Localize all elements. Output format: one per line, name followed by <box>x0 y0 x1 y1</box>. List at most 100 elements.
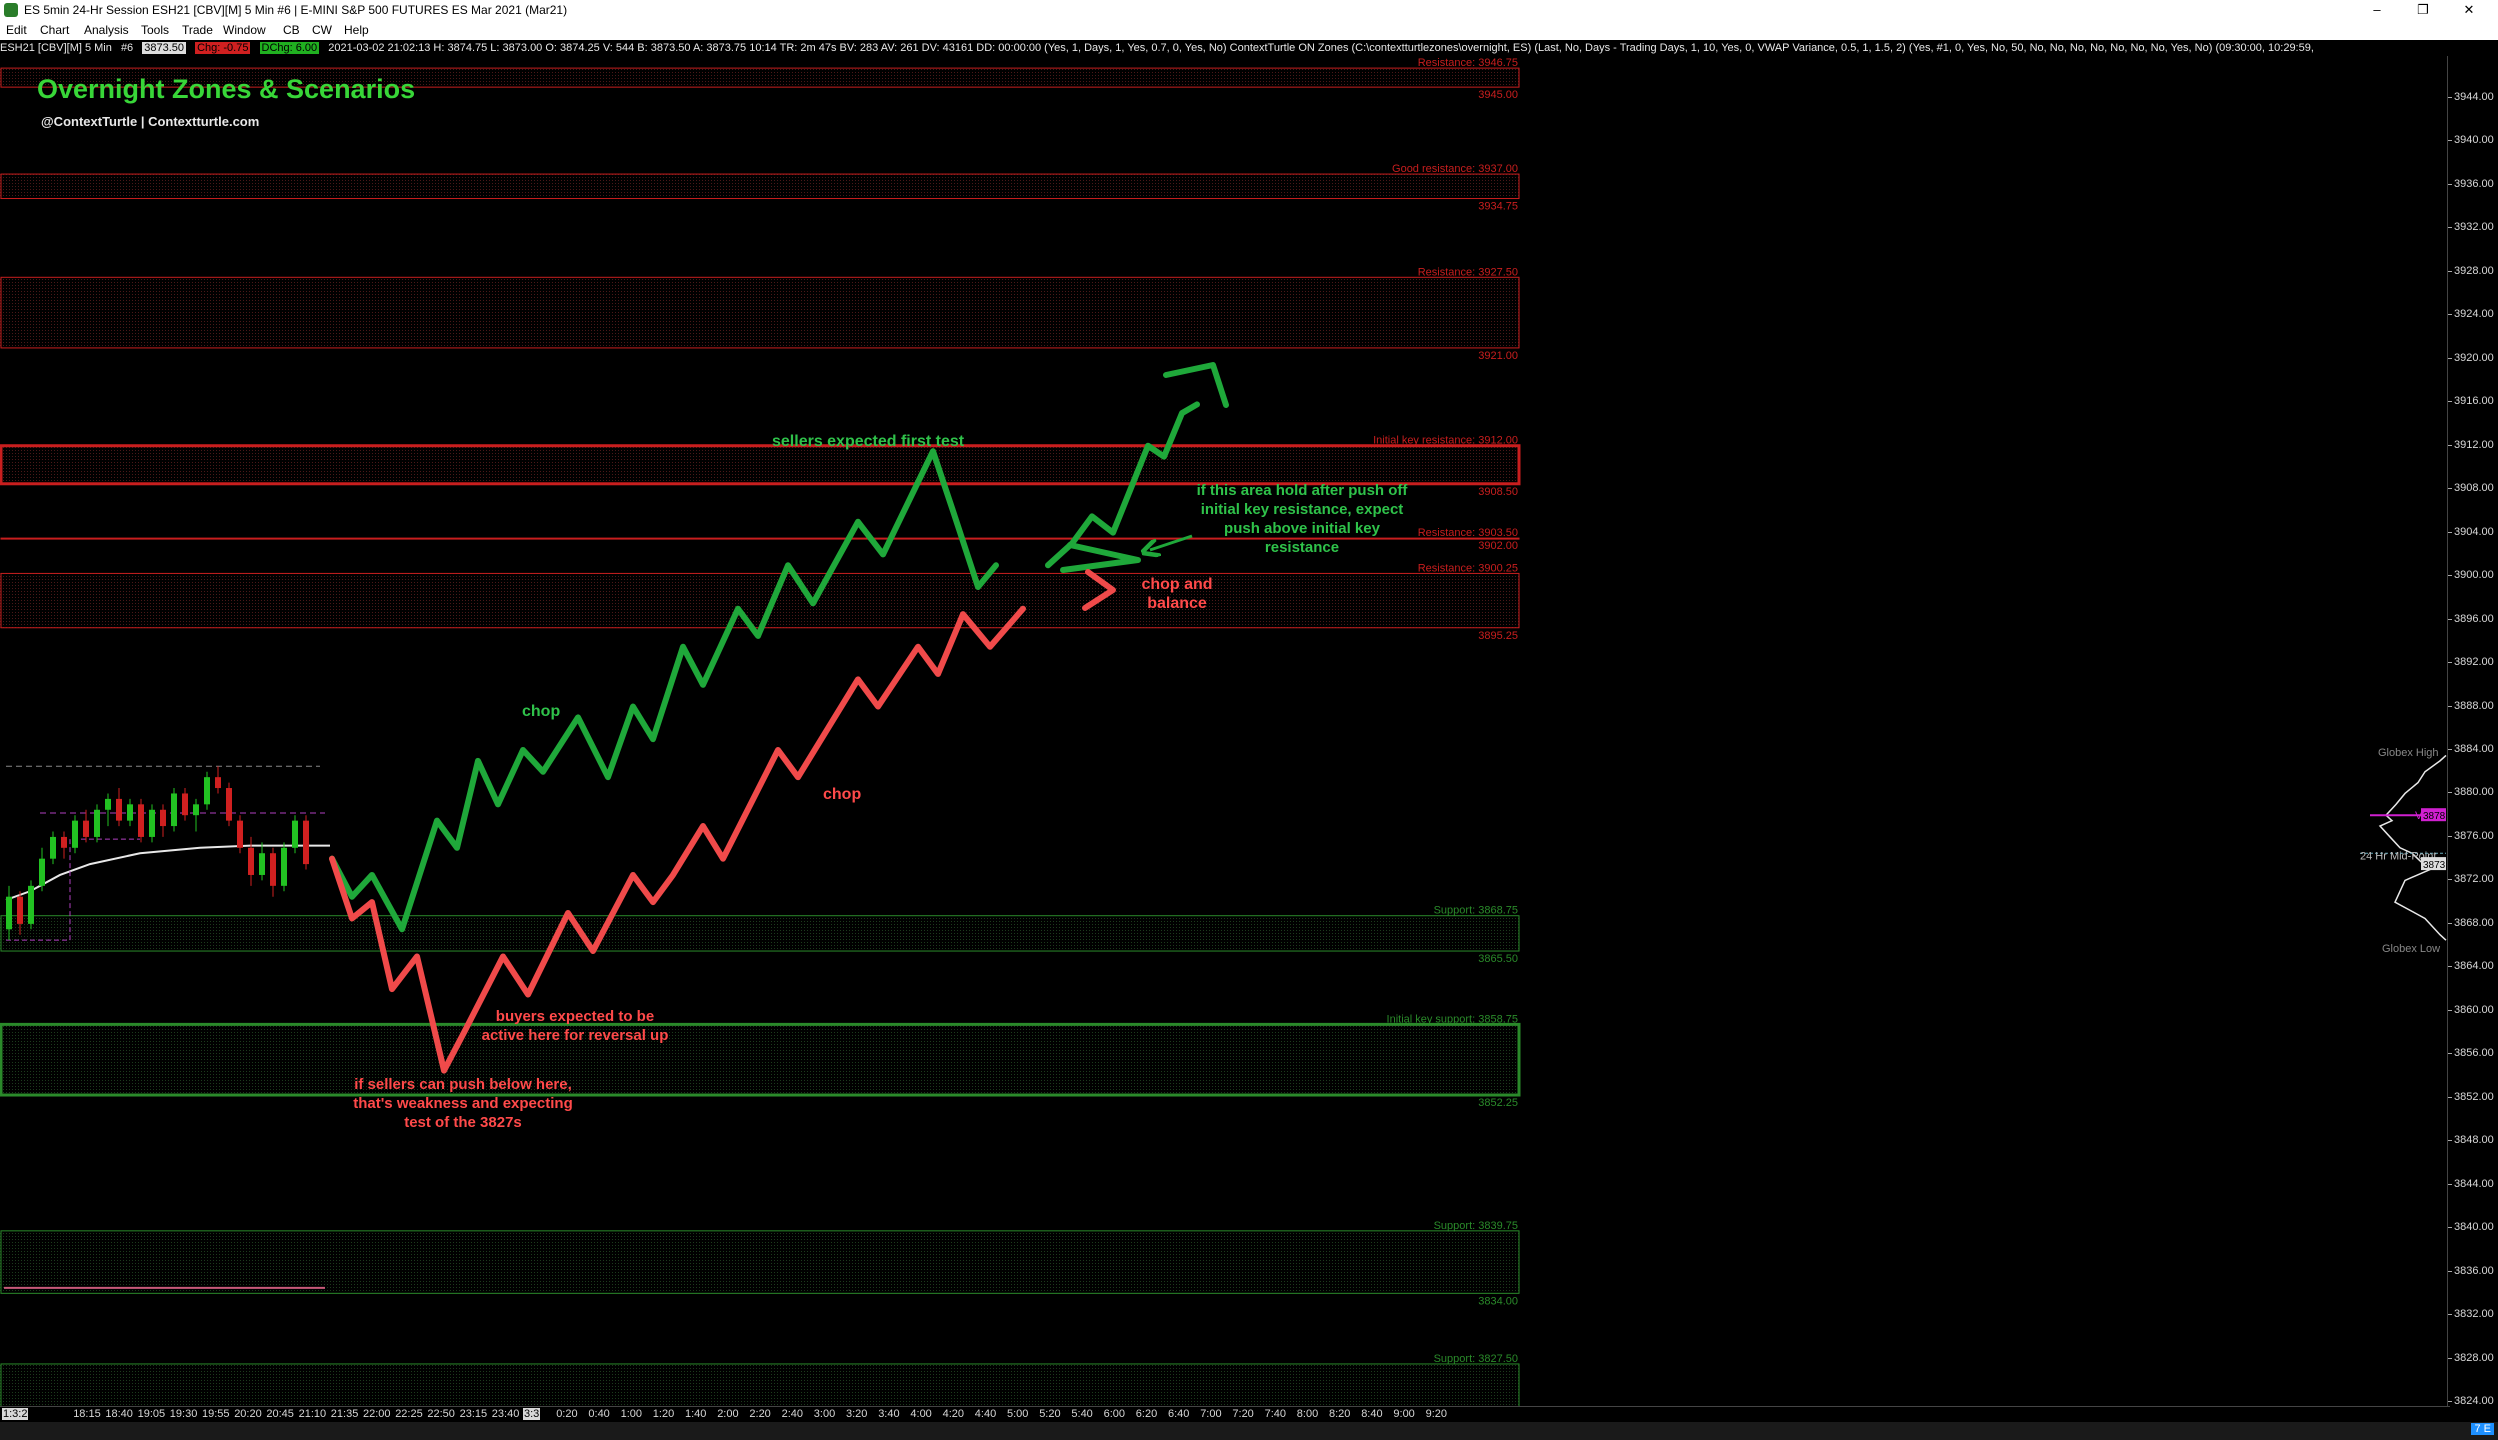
zone-label: Support: 3868.75 <box>1434 905 1518 917</box>
time-tick-label: 0:20 <box>556 1408 578 1420</box>
price-tick <box>2448 97 2452 98</box>
time-tick-label: 6:20 <box>1135 1408 1158 1420</box>
time-tick-label: 1:20 <box>652 1408 675 1420</box>
status-corner: 7 E <box>2471 1423 2494 1435</box>
profile-label: Globex Low <box>2382 943 2440 955</box>
time-tick-label: 8:40 <box>1361 1408 1383 1420</box>
time-tick-label: 22:00 <box>363 1408 391 1420</box>
profile-label: Globex High <box>2378 747 2439 759</box>
time-tick-label: 5:40 <box>1071 1408 1093 1420</box>
price-tick-label: 3920.00 <box>2454 351 2494 364</box>
zone-bottom-label: 3865.50 <box>1478 953 1518 965</box>
price-tick-label: 3860.00 <box>2454 1003 2494 1016</box>
candle <box>127 804 133 821</box>
price-tick-label: 3872.00 <box>2454 873 2494 886</box>
time-tick-label: 22:25 <box>395 1408 423 1420</box>
zone-label: Support: 3839.75 <box>1434 1220 1518 1232</box>
zone-fill <box>0 445 1520 484</box>
price-tick <box>2448 1009 2452 1011</box>
candle <box>215 777 221 789</box>
time-tick-label: 5:00 <box>1007 1408 1029 1420</box>
price-tick <box>2448 1140 2452 1142</box>
status-bar: 7 E <box>0 1422 2498 1440</box>
price-tick-label: 3828.00 <box>2454 1351 2494 1364</box>
price-tick <box>2448 1053 2452 1055</box>
price-tick <box>2448 749 2452 750</box>
price-tick-label: 3856.00 <box>2454 1047 2494 1060</box>
zone-label: Resistance: 3946.75 <box>1418 57 1518 69</box>
time-tick-label: 3:00 <box>813 1408 836 1420</box>
annotation-chop-red: chop <box>823 786 862 803</box>
time-tick-label: 2:20 <box>749 1408 771 1420</box>
price-tick <box>2448 140 2452 142</box>
zone-fill <box>0 573 1520 628</box>
price-tick-label: 3824.00 <box>2454 1395 2494 1407</box>
zone-label: Support: 3827.50 <box>1434 1353 1518 1365</box>
price-tick <box>2448 227 2452 229</box>
zone-label: Initial key resistance: 3912.00 <box>1373 435 1518 447</box>
time-tick-label: 1:3:2 <box>2 1408 29 1420</box>
zone-bottom-label: 3834.00 <box>1478 1295 1518 1307</box>
time-tick-label: 2:00 <box>717 1408 739 1420</box>
price-tick <box>2448 1357 2452 1359</box>
price-tick <box>2448 444 2452 446</box>
price-tick-label: 3900.00 <box>2454 569 2494 582</box>
zone-bottom-label: 3852.25 <box>1478 1097 1518 1109</box>
time-tick-label: 1:00 <box>620 1408 643 1420</box>
volume-profile: Globex HighVPOC24 Hr Mid-PointGlobex Low… <box>2360 747 2460 955</box>
time-tick-label: 2:40 <box>781 1408 804 1420</box>
zone-label: Resistance: 3903.50 <box>1418 527 1518 539</box>
price-tick <box>2448 488 2452 490</box>
candles-layer <box>6 766 309 941</box>
price-tick <box>2448 314 2452 316</box>
price-tick <box>2448 792 2452 794</box>
candle <box>182 793 188 816</box>
bull-arrowhead <box>1163 362 1229 408</box>
time-tick-label: 9:20 <box>1425 1408 1448 1420</box>
price-tick <box>2448 357 2452 359</box>
price-tick-label: 3936.00 <box>2454 177 2494 190</box>
price-tick-label: 3924.00 <box>2454 308 2494 321</box>
candle <box>259 853 265 875</box>
scenario-path-0 <box>329 448 999 933</box>
time-tick-label: 20:45 <box>266 1408 294 1420</box>
chart-subtitle: @ContextTurtle | Contextturtle.com <box>41 114 260 129</box>
price-tick <box>2448 1096 2452 1098</box>
time-tick-label: 3:40 <box>878 1408 900 1420</box>
price-tick-label: 3944.00 <box>2454 91 2494 103</box>
candle <box>292 820 298 848</box>
time-tick-label: 21:35 <box>330 1408 359 1420</box>
time-axis[interactable]: 1:3:2 18:15 18:40 19:05 19:30 19:55 20:20 20:45… <box>0 1406 2450 1423</box>
time-tick-label: 0:40 <box>588 1408 610 1420</box>
price-axis[interactable]: 3944.00 3940.00 3936.00 3932.00 3928.00 3924.… <box>2447 56 2498 1407</box>
time-tick-label: 19:55 <box>202 1408 230 1420</box>
price-tick-label: 3940.00 <box>2454 134 2494 147</box>
zone-bottom-label: 3934.75 <box>1478 201 1518 213</box>
candle <box>138 804 144 837</box>
candle <box>204 777 210 805</box>
candle <box>6 896 12 930</box>
price-chart[interactable]: Resistance: 3946.75 3945.00 Good resistanc… <box>0 0 2498 1440</box>
price-tick <box>2448 705 2452 707</box>
time-tick-label: 22:50 <box>427 1408 455 1420</box>
time-tick-label: 3:20 <box>846 1408 868 1420</box>
price-tick <box>2448 966 2452 968</box>
time-tick-label: 7:00 <box>1200 1408 1222 1420</box>
annotation-chop-balance: chop and balance <box>1141 576 1213 612</box>
time-tick-label: 5:20 <box>1039 1408 1061 1420</box>
candle <box>303 820 309 865</box>
profile-outline <box>2378 754 2447 941</box>
price-tick <box>2448 531 2452 533</box>
price-tick-label: 3852.00 <box>2454 1090 2494 1103</box>
candle <box>160 809 166 827</box>
candle <box>94 809 100 837</box>
annotation-buyers: buyers expected to be active here for re… <box>481 1008 669 1044</box>
price-tick-label: 3892.00 <box>2454 656 2494 669</box>
zone-fill <box>0 277 1520 348</box>
price-tick-label: 3912.00 <box>2454 438 2494 451</box>
price-tick-label: 3884.00 <box>2454 743 2494 755</box>
price-tick <box>2448 1401 2452 1402</box>
candle <box>171 793 177 827</box>
price-tick <box>2448 922 2452 924</box>
zone-label: Initial key support: 3858.75 <box>1387 1013 1518 1025</box>
